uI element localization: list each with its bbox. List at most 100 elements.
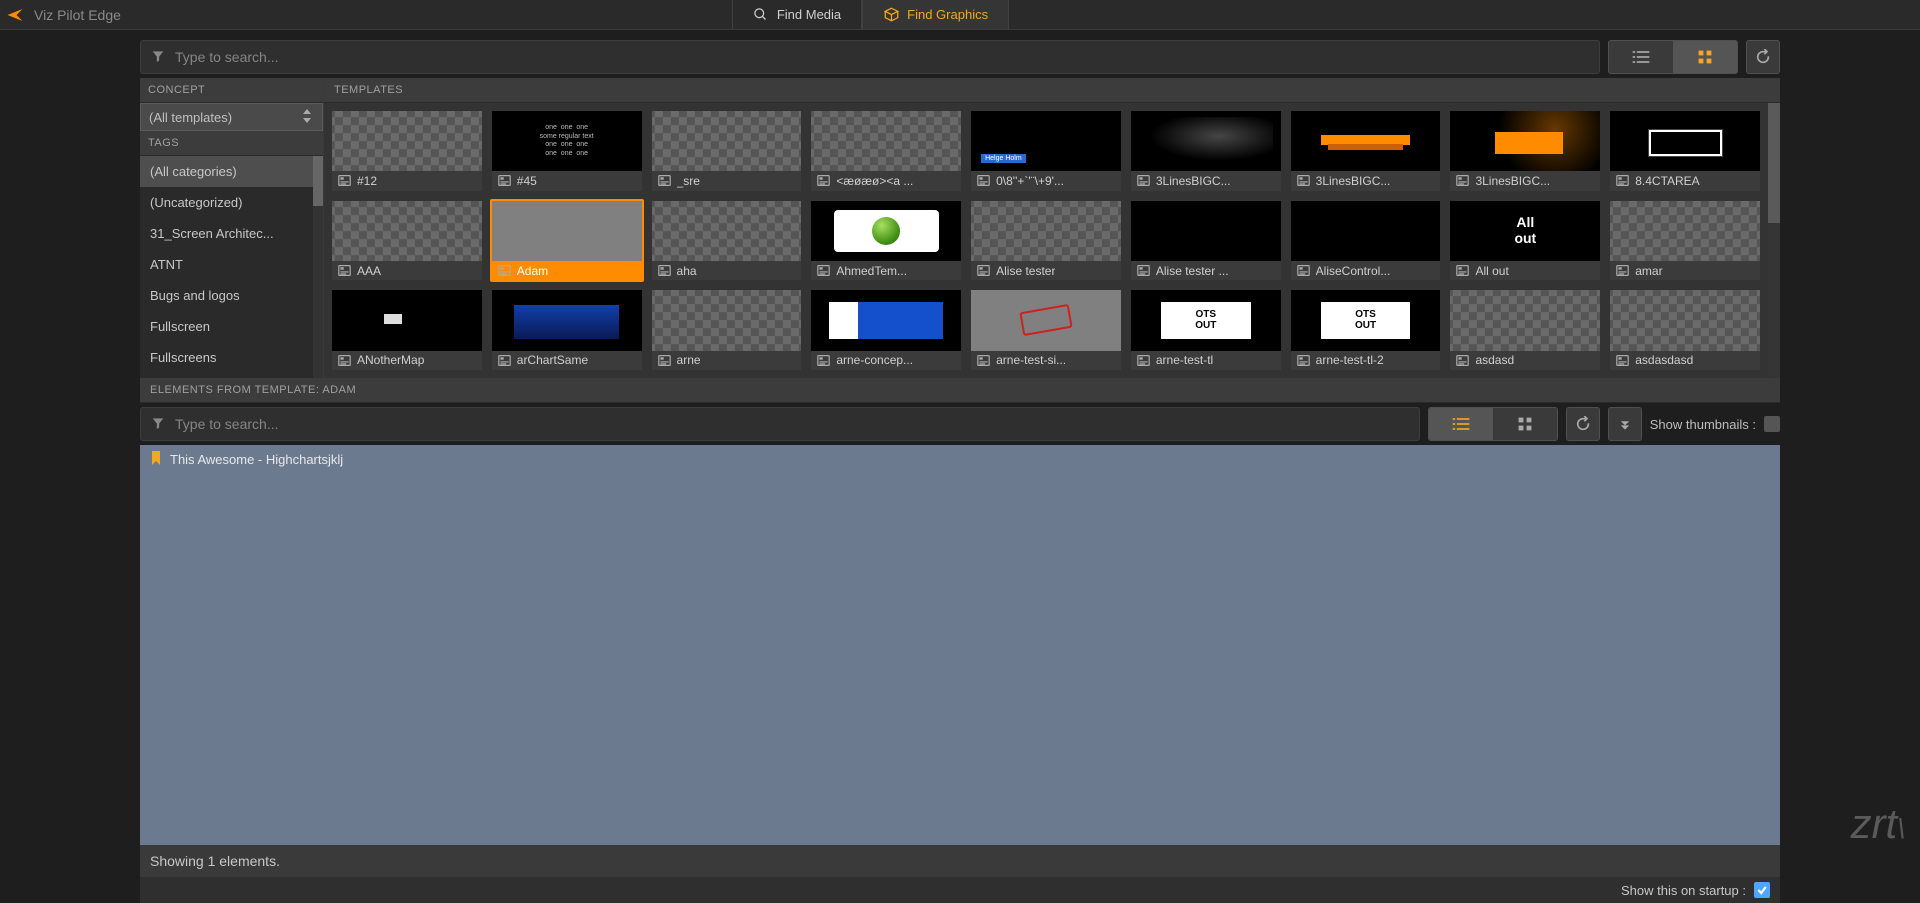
tag-item[interactable]: (Uncategorized)	[140, 187, 313, 218]
template-thumbnail	[1450, 111, 1600, 171]
template-search-input[interactable]	[173, 48, 1589, 66]
template-card[interactable]: _sre	[650, 109, 804, 193]
tag-item[interactable]: Bugs and logos	[140, 280, 313, 311]
template-thumbnail	[1291, 201, 1441, 261]
tag-item[interactable]: Fullscreens	[140, 342, 313, 373]
tab-find-media[interactable]: Find Media	[732, 0, 862, 29]
template-caption: aha	[652, 261, 802, 280]
template-card[interactable]: ANotherMap	[330, 288, 484, 372]
template-caption: 0\8''+`'¨\+9'...	[971, 171, 1121, 190]
template-card[interactable]: 3LinesBIGC...	[1129, 109, 1283, 193]
template-thumbnail	[811, 111, 961, 171]
template-card[interactable]: AAA	[330, 199, 484, 283]
template-caption: arne-test-tl-2	[1291, 351, 1441, 370]
view-toggle	[1608, 40, 1738, 74]
template-card[interactable]: 3LinesBIGC...	[1289, 109, 1443, 193]
template-thumbnail: OTSOUT	[1131, 290, 1281, 350]
template-card[interactable]: arChartSame	[490, 288, 644, 372]
list-view-button[interactable]	[1609, 41, 1673, 73]
template-thumbnail: one one onesome regular textone one oneo…	[492, 111, 642, 171]
show-thumbnails-label: Show thumbnails :	[1650, 417, 1756, 432]
cube-icon	[883, 7, 899, 23]
template-card[interactable]: arne-test-si...	[969, 288, 1123, 372]
template-card[interactable]: 3LinesBIGC...	[1448, 109, 1602, 193]
template-card[interactable]: amar	[1608, 199, 1762, 283]
elements-pane: Elements from template: Adam	[140, 378, 1780, 903]
template-card[interactable]: OTSOUTarne-test-tl	[1129, 288, 1283, 372]
template-caption: ANotherMap	[332, 351, 482, 370]
template-thumbnail	[1291, 111, 1441, 171]
template-thumbnail	[811, 201, 961, 261]
template-caption: arne-test-tl	[1131, 351, 1281, 370]
template-card[interactable]: AliseControl...	[1289, 199, 1443, 283]
template-card[interactable]: arne	[650, 288, 804, 372]
elements-grid-view-button[interactable]	[1493, 408, 1557, 440]
template-card[interactable]: asdasd	[1448, 288, 1602, 372]
template-card[interactable]: AlloutAll out	[1448, 199, 1602, 283]
concept-selected-value: (All templates)	[149, 110, 232, 125]
show-thumbnails-checkbox[interactable]	[1764, 416, 1780, 432]
template-card[interactable]: Helge Holm0\8''+`'¨\+9'...	[969, 109, 1123, 193]
template-caption: arChartSame	[492, 351, 642, 370]
element-row[interactable]: This Awesome - Highchartsjklj	[140, 445, 1780, 473]
template-thumbnail	[971, 201, 1121, 261]
template-card[interactable]: 8.4CTAREA	[1608, 109, 1762, 193]
sidebar-scrollbar[interactable]	[313, 156, 323, 378]
template-thumbnail	[1610, 111, 1760, 171]
template-thumbnail	[1450, 290, 1600, 350]
app-logo	[0, 0, 30, 30]
template-thumbnail	[332, 290, 482, 350]
template-thumbnail: OTSOUT	[1291, 290, 1441, 350]
startup-checkbox[interactable]	[1754, 882, 1770, 898]
elements-refresh-button[interactable]	[1566, 407, 1600, 441]
template-caption: #12	[332, 171, 482, 190]
elements-list-view-button[interactable]	[1429, 408, 1493, 440]
template-caption: 8.4CTAREA	[1610, 171, 1760, 190]
template-thumbnail	[492, 201, 642, 261]
expand-toggle-button[interactable]	[1608, 407, 1642, 441]
tag-item[interactable]: ATNT	[140, 249, 313, 280]
tag-item[interactable]: Fullscreen	[140, 311, 313, 342]
template-thumbnail: Allout	[1450, 201, 1600, 261]
concept-select[interactable]: (All templates)	[140, 103, 323, 131]
template-thumbnail	[492, 290, 642, 350]
startup-label: Show this on startup :	[1621, 883, 1746, 898]
template-caption: AliseControl...	[1291, 261, 1441, 280]
template-caption: arne-test-si...	[971, 351, 1121, 370]
templates-scrollbar[interactable]	[1768, 103, 1780, 378]
tab-label: Find Media	[777, 7, 841, 22]
template-card[interactable]: AhmedTem...	[809, 199, 963, 283]
template-caption: AAA	[332, 261, 482, 280]
tab-label: Find Graphics	[907, 7, 988, 22]
template-caption: Adam	[492, 261, 642, 280]
tag-item[interactable]: 31_Screen Architec...	[140, 218, 313, 249]
template-card[interactable]: Adam	[490, 199, 644, 283]
refresh-button[interactable]	[1746, 40, 1780, 74]
template-thumbnail	[652, 290, 802, 350]
top-bar: Viz Pilot Edge Find Media Find Graphics	[0, 0, 1920, 30]
template-card[interactable]: <æøæø><a ...	[809, 109, 963, 193]
template-card[interactable]: aha	[650, 199, 804, 283]
bookmark-icon	[150, 451, 162, 468]
template-card[interactable]: asdasdasd	[1608, 288, 1762, 372]
template-card[interactable]: Alise tester ...	[1129, 199, 1283, 283]
grid-view-button[interactable]	[1673, 41, 1737, 73]
template-thumbnail: Helge Holm	[971, 111, 1121, 171]
filter-icon	[151, 416, 165, 433]
template-caption: <æøæø><a ...	[811, 171, 961, 190]
template-thumbnail	[332, 111, 482, 171]
elements-header: Elements from template: Adam	[140, 378, 1780, 403]
template-search-box[interactable]	[140, 40, 1600, 74]
elements-search-input[interactable]	[173, 415, 1409, 433]
template-card[interactable]: one one onesome regular textone one oneo…	[490, 109, 644, 193]
tab-find-graphics[interactable]: Find Graphics	[862, 0, 1009, 29]
status-text: Showing 1 elements.	[150, 853, 280, 869]
tag-item[interactable]: (All categories)	[140, 156, 313, 187]
template-card[interactable]: arne-concep...	[809, 288, 963, 372]
template-card[interactable]: #12	[330, 109, 484, 193]
template-card[interactable]: Alise tester	[969, 199, 1123, 283]
template-card[interactable]: OTSOUTarne-test-tl-2	[1289, 288, 1443, 372]
elements-search-box[interactable]	[140, 407, 1420, 441]
template-caption: 3LinesBIGC...	[1131, 171, 1281, 190]
template-thumbnail	[1131, 201, 1281, 261]
